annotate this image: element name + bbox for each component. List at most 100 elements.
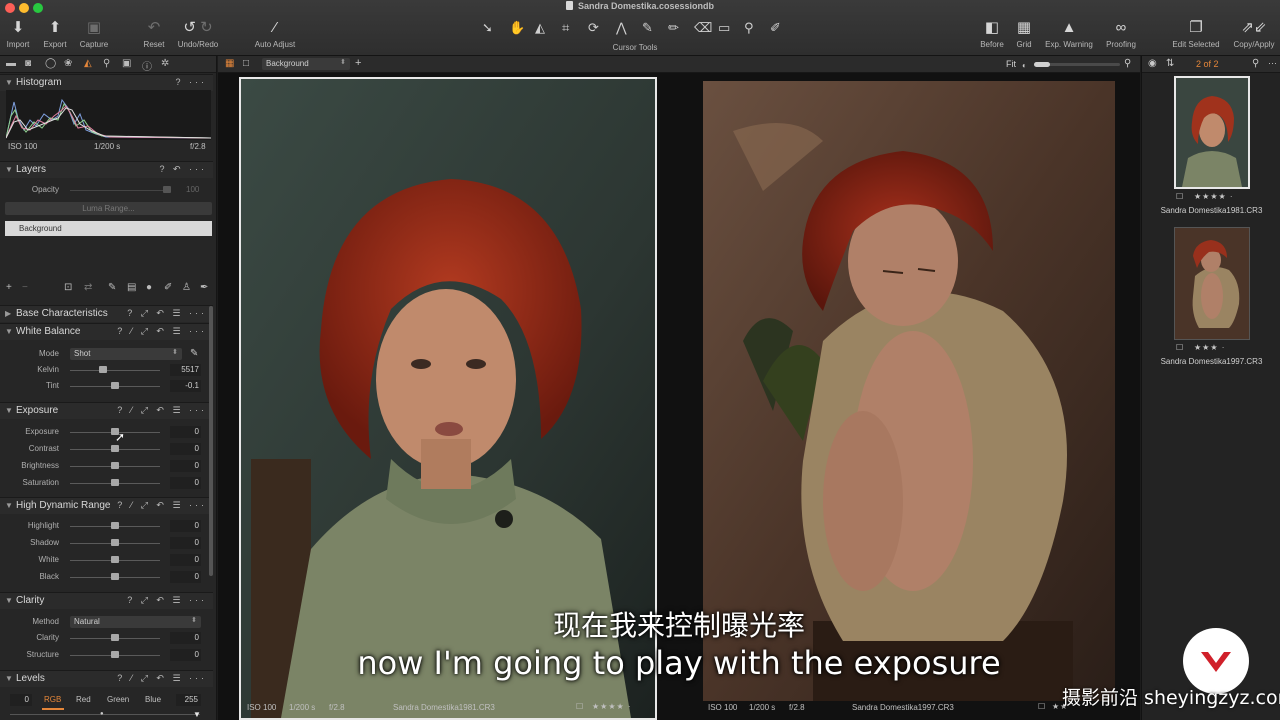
zoom-tool-icon[interactable]: ◭ (535, 20, 545, 36)
collapse-icon[interactable]: ▼ (5, 596, 13, 605)
zoom-in-icon[interactable]: ⚲ (1124, 58, 1131, 69)
exposure-header[interactable]: ▼ Exposure ? ⁄ ⤢ ↶ ☰ ··· (0, 402, 213, 419)
kelvin-slider[interactable] (70, 370, 160, 371)
black-slider-knob[interactable] (111, 573, 119, 580)
section-controls[interactable]: ? ⁄ ⤢ ↶ ☰ ··· (117, 673, 207, 684)
collapse-icon[interactable]: ▼ (5, 501, 13, 510)
copy-apply-button[interactable]: ⇗⇙ Copy/Apply (1230, 18, 1278, 49)
auto-adjust-button[interactable]: ⁄ Auto Adjust (252, 18, 298, 49)
layers-header[interactable]: ▼ Layers ? ↶ ··· (0, 161, 213, 178)
import-button[interactable]: ⬇ Import (5, 18, 31, 49)
section-controls[interactable]: ? ⁄ ⤢ ↶ ☰ ··· (117, 326, 207, 337)
kelvin-slider-knob[interactable] (99, 366, 107, 373)
layer-mask-icon[interactable]: ⊡ (64, 282, 72, 293)
layer-background[interactable]: Background (5, 221, 212, 236)
crop-tool-icon[interactable]: ⌗ (562, 20, 569, 36)
before-button[interactable]: ◧ Before (978, 18, 1006, 49)
opacity-slider[interactable] (70, 190, 170, 191)
metadata-tab-icon[interactable]: ▣ (122, 58, 131, 69)
section-controls[interactable]: ? ⤢ ↶ ☰ ··· (127, 595, 207, 606)
thumbnail-1[interactable] (1174, 76, 1250, 189)
add-layer-icon[interactable]: + (6, 282, 12, 293)
brush-tool-icon[interactable]: ✏ (668, 20, 679, 36)
multi-view-icon[interactable]: ▦ (225, 58, 234, 69)
reset-button[interactable]: ↶ Reset (140, 18, 168, 49)
thumbnail-2-rating-stars[interactable]: ★★★ · (1194, 343, 1225, 352)
picker-tool-icon[interactable]: ⚲ (744, 20, 754, 36)
expand-icon[interactable]: ▶ (5, 309, 11, 318)
library-tab-icon[interactable]: ▬ (6, 58, 16, 69)
channel-green[interactable]: Green (107, 695, 129, 704)
highlight-slider-knob[interactable] (111, 522, 119, 529)
levels-slider[interactable] (10, 714, 200, 715)
sort-icon[interactable]: ⇅ (1166, 58, 1174, 69)
export-button[interactable]: ⬆ Export (40, 18, 70, 49)
channel-blue[interactable]: Blue (145, 695, 161, 704)
tint-slider-knob[interactable] (111, 382, 119, 389)
collapse-icon[interactable]: ▼ (5, 327, 13, 336)
zoom-fit-label[interactable]: Fit (1006, 59, 1016, 69)
layer-swap-icon[interactable]: ⇄ (84, 282, 92, 293)
annotation-tool-icon[interactable]: ▭ (718, 20, 730, 36)
brightness-slider-knob[interactable] (111, 462, 119, 469)
saturation-slider-knob[interactable] (111, 479, 119, 486)
select-cursor-icon[interactable]: ➘ (482, 20, 493, 36)
brush-mask-icon[interactable]: ✎ (108, 282, 116, 293)
panel-scrollbar[interactable] (209, 306, 213, 576)
hdr-header[interactable]: ▼ High Dynamic Range ? ⁄ ⤢ ↶ ☰ ··· (0, 497, 213, 514)
channel-red[interactable]: Red (76, 695, 91, 704)
eraser-mask-icon[interactable]: ✐ (164, 282, 172, 293)
zoom-out-icon[interactable]: ◐ (1022, 61, 1027, 70)
collapse-icon[interactable]: ▼ (5, 674, 13, 683)
levels-high-handle[interactable]: ▼ (193, 710, 201, 719)
wb-mode-dropdown[interactable]: Shot ⬍ (70, 348, 182, 360)
levels-mid-handle[interactable]: ● (100, 711, 104, 717)
levels-header[interactable]: ▼ Levels ? ⁄ ⤢ ↶ ☰ ··· (0, 670, 213, 687)
more-icon[interactable]: ··· (1268, 58, 1277, 68)
eye-icon[interactable]: ◉ (1148, 58, 1157, 69)
channel-rgb[interactable]: RGB (44, 695, 61, 704)
opacity-slider-knob[interactable] (163, 186, 171, 193)
clarity-method-dropdown[interactable]: Natural ⬍ (70, 616, 201, 628)
section-controls[interactable]: ? ↶ ··· (159, 164, 207, 175)
radial-gradient-icon[interactable]: ● (146, 282, 152, 293)
levels-low-value[interactable]: 0 (10, 694, 32, 706)
white-balance-header[interactable]: ▼ White Balance ? ⁄ ⤢ ↶ ☰ ··· (0, 323, 213, 340)
keystone-tool-icon[interactable]: ⋀ (616, 20, 627, 36)
base-characteristics-header[interactable]: ▶ Base Characteristics ? ⤢ ↶ ☰ ··· (0, 305, 213, 322)
collapse-icon[interactable]: ▼ (5, 406, 13, 415)
edit-selected-button[interactable]: ❐ Edit Selected (1168, 18, 1224, 49)
collapse-icon[interactable]: ▼ (5, 165, 13, 174)
thumbnail-1-rating-stars[interactable]: ★★★★ · (1194, 192, 1234, 201)
stamp-icon[interactable]: ♙ (182, 282, 191, 293)
collapse-icon[interactable]: ▼ (5, 78, 13, 87)
structure-slider-knob[interactable] (111, 651, 119, 658)
section-controls[interactable]: ? ⁄ ⤢ ↶ ☰ ··· (117, 500, 207, 511)
rotate-tool-icon[interactable]: ⟳ (588, 20, 599, 36)
exposure-warning-button[interactable]: ▲ Exp. Warning (1042, 18, 1096, 49)
pan-hand-icon[interactable]: ✋ (509, 20, 525, 36)
section-controls[interactable]: ? ⁄ ⤢ ↶ ☰ ··· (117, 405, 207, 416)
eraser-tool-icon[interactable]: ⌫ (694, 20, 712, 36)
info-tab-icon[interactable]: ⓘ (142, 58, 152, 73)
thumbnail-2-checkbox[interactable]: ☐ (1176, 343, 1184, 352)
luma-range-button[interactable]: Luma Range... (5, 202, 212, 215)
details-tab-icon[interactable]: ⚲ (103, 58, 110, 69)
grid-button[interactable]: ▦ Grid (1012, 18, 1036, 49)
lens-tab-icon[interactable]: ◯ (45, 58, 56, 69)
section-controls[interactable]: ? ⤢ ↶ ☰ ··· (127, 308, 207, 319)
levels-high-value[interactable]: 255 (176, 694, 201, 706)
exposure-tab-icon[interactable]: ◭ (84, 58, 92, 69)
proofing-button[interactable]: ∞ Proofing (1102, 18, 1140, 49)
add-layer-icon[interactable]: + (355, 57, 361, 69)
clarity-header[interactable]: ▼ Clarity ? ⤢ ↶ ☰ ··· (0, 592, 213, 609)
clarity-slider-knob[interactable] (111, 634, 119, 641)
thumbnail-1-checkbox[interactable]: ☐ (1176, 192, 1184, 201)
remove-layer-icon[interactable]: − (22, 282, 28, 293)
pen-icon[interactable]: ✒ (200, 282, 208, 293)
left-photo-rating-stars[interactable]: ★★★★ · (592, 702, 632, 711)
linear-gradient-icon[interactable]: ▤ (127, 282, 136, 293)
color-picker-icon[interactable]: ✐ (770, 20, 781, 36)
color-tab-icon[interactable]: ❀ (64, 58, 72, 69)
layer-select-dropdown[interactable]: Background ⬍ (262, 58, 350, 70)
